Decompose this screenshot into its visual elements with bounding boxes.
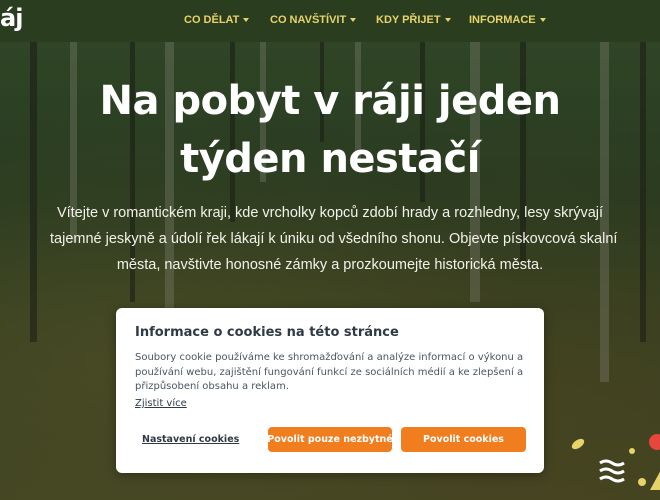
allow-cookies-button[interactable]: Povolit cookies — [401, 427, 526, 452]
chevron-down-icon — [539, 18, 546, 22]
hero-title-line: Na pobyt v ráji jeden — [99, 78, 561, 124]
cookie-text-line: používání webu, zajištění fungování funk… — [135, 366, 524, 378]
top-navigation-bar: áj CO DĚLAT CO NAVŠTÍVIT KDY PŘIJET INFO… — [0, 0, 660, 42]
nav-item-label: CO NAVŠTÍVIT — [270, 14, 347, 26]
main-nav: CO DĚLAT CO NAVŠTÍVIT KDY PŘIJET INFORMA… — [0, 0, 660, 42]
hero-title-line: týden nestačí — [180, 136, 480, 182]
nav-item-label: INFORMACE — [469, 14, 536, 26]
cookie-text-line: Soubory cookie používáme ke shromažďován… — [135, 352, 524, 363]
nav-item-label: KDY PŘIJET — [376, 14, 441, 26]
cookie-text-line: přizpůsobení obsahu a reklam. — [135, 381, 289, 392]
nav-item-label: CO DĚLAT — [184, 14, 240, 26]
allow-necessary-button[interactable]: Povolit pouze nezbytné — [267, 427, 393, 452]
cookie-settings-button[interactable]: Nastavení cookies — [142, 434, 239, 445]
hero-text-line: Vítejte v romantickém kraji, kde vrcholk… — [56, 205, 604, 221]
cookie-dialog-text: Soubory cookie používáme ke shromažďován… — [135, 351, 525, 395]
nav-item-co-delat[interactable]: CO DĚLAT — [184, 14, 250, 26]
chevron-down-icon — [243, 18, 250, 22]
decorative-icons — [571, 434, 660, 490]
chevron-down-icon — [350, 18, 357, 22]
hero-text-line: tajemné jeskyně a údolí řek lákají k úni… — [50, 231, 618, 247]
nav-item-informace[interactable]: INFORMACE — [469, 14, 546, 26]
learn-more-link[interactable]: Zjistit více — [135, 398, 187, 409]
cookie-dialog-title: Informace o cookies na této stránce — [135, 325, 399, 340]
cookie-consent-dialog: Informace o cookies na této stránce Soub… — [116, 308, 544, 473]
hero-text-line: města, navštivte honosné zámky a prozkou… — [116, 257, 544, 273]
hero-description: Vítejte v romantickém kraji, kde vrcholk… — [50, 200, 618, 278]
hero-title: Na pobyt v ráji jeden týden nestačí — [0, 72, 660, 188]
nav-item-co-navstivit[interactable]: CO NAVŠTÍVIT — [270, 14, 357, 26]
chevron-down-icon — [444, 18, 451, 22]
nav-item-kdy-prijet[interactable]: KDY PŘIJET — [376, 14, 451, 26]
